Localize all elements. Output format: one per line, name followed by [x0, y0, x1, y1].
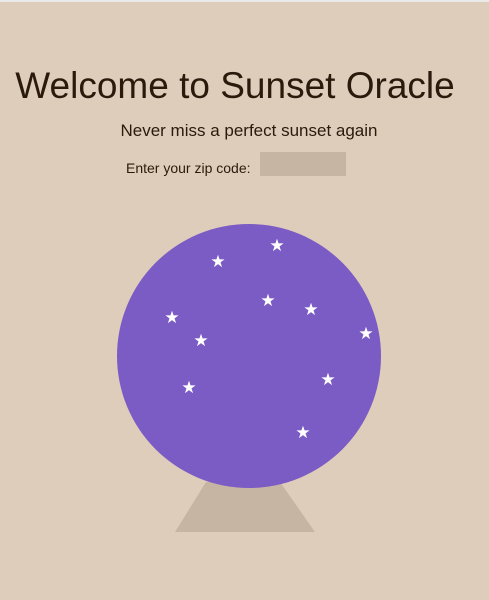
star-icon: ★	[210, 252, 225, 272]
star-icon: ★	[260, 291, 275, 311]
star-icon: ★	[164, 308, 179, 328]
star-icon: ★	[320, 370, 335, 390]
crystal-ball	[117, 224, 381, 488]
star-icon: ★	[303, 300, 318, 320]
star-icon: ★	[358, 324, 373, 344]
star-icon: ★	[181, 378, 196, 398]
crystal-ball-stand	[175, 482, 315, 532]
crystal-ball-illustration: ★ ★ ★ ★ ★ ★ ★ ★ ★ ★	[117, 224, 381, 532]
star-icon: ★	[269, 236, 284, 256]
star-icon: ★	[193, 331, 208, 351]
star-icon: ★	[295, 423, 310, 443]
